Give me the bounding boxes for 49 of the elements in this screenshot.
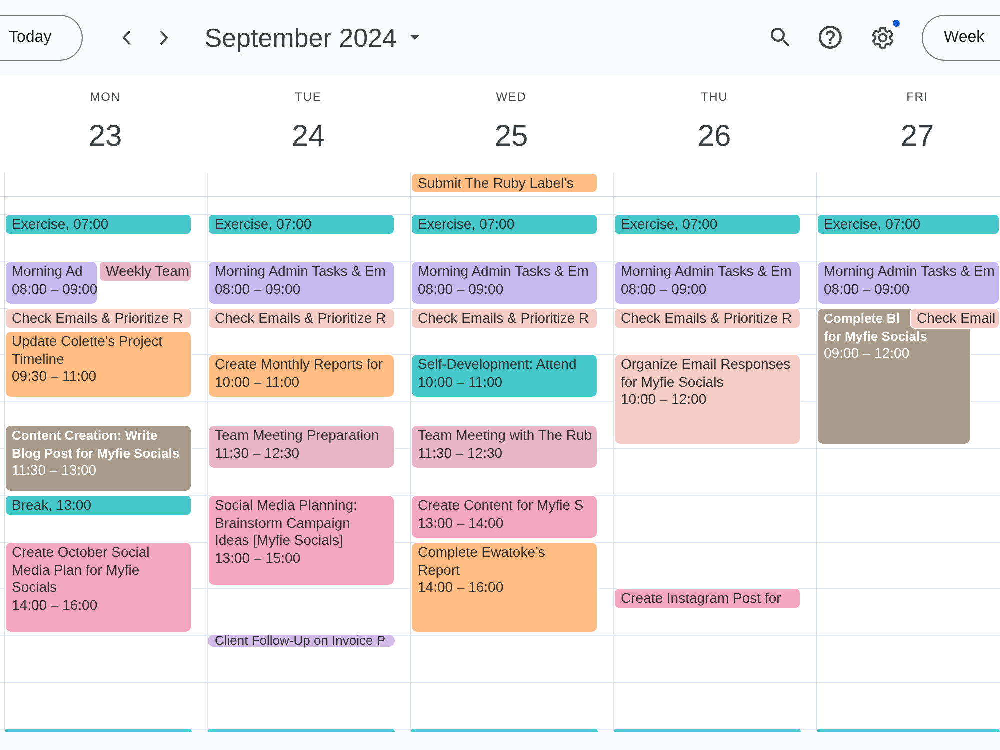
chevron-right-icon[interactable] bbox=[158, 30, 169, 46]
weekday-label: TUE bbox=[295, 90, 322, 104]
event-block[interactable]: Morning Admin Tasks & Em 08:00 – 09:00 bbox=[208, 261, 395, 305]
event-block[interactable]: Self-Development: Attend 10:00 – 11:00 bbox=[411, 354, 598, 398]
event-block[interactable]: Team Meeting with The Rub 11:30 – 12:30 bbox=[411, 425, 598, 469]
event-chip[interactable]: Create Instagram Post for bbox=[614, 588, 801, 609]
search-icon[interactable] bbox=[771, 28, 790, 47]
all-day-event[interactable]: Submit The Ruby Label’s bbox=[411, 173, 598, 193]
event-chip[interactable]: Check Email bbox=[910, 308, 1000, 329]
event-chip[interactable]: Check Emails & Prioritize R bbox=[411, 308, 598, 329]
event-chip[interactable]: Weekly Team bbox=[99, 261, 192, 282]
event-block[interactable]: Organize Email Responses for Myfie Socials 10:00 – 12:00 bbox=[614, 354, 801, 445]
event-block[interactable]: Morning Ad 08:00 – 09:00 bbox=[5, 261, 98, 305]
event-block[interactable]: Social Media Planning: Brainstorm Campaign Ideas [Myfie Socials] 13:00 – 15:00 bbox=[208, 495, 395, 586]
event-block[interactable]: Morning Admin Tasks & Em 08:00 – 09:00 bbox=[817, 261, 1000, 305]
event-block[interactable]: Morning Admin Tasks & Em 08:00 – 09:00 bbox=[411, 261, 598, 305]
date-number[interactable]: 27 bbox=[900, 120, 934, 154]
weekday-label: THU bbox=[700, 90, 728, 104]
event-chip[interactable]: Exercise, 07:00 bbox=[817, 214, 1000, 235]
event-block[interactable]: Complete Ewatoke’s Report 14:00 – 16:00 bbox=[411, 542, 598, 633]
week-view-button[interactable]: Week bbox=[922, 14, 1000, 60]
caret-down-icon bbox=[410, 35, 420, 40]
event-block[interactable]: Create Monthly Reports for 10:00 – 11:00 bbox=[208, 354, 395, 398]
event-chip[interactable]: Exercise, 07:00 bbox=[208, 214, 395, 235]
event-block[interactable]: Create Content for Myfie S 13:00 – 14:00 bbox=[411, 495, 598, 539]
settings-icon[interactable] bbox=[872, 26, 894, 48]
event-chip[interactable]: Break, 13:00 bbox=[5, 495, 192, 516]
event-chip[interactable]: Exercise, 07:00 bbox=[614, 214, 801, 235]
date-number[interactable]: 26 bbox=[698, 120, 732, 154]
event-chip[interactable]: Check Emails & Prioritize R bbox=[614, 308, 801, 329]
month-button[interactable]: September 2024 bbox=[204, 22, 420, 52]
event-chip[interactable]: Check Emails & Prioritize R bbox=[208, 308, 395, 329]
event-chip[interactable]: Client Follow-Up on Invoice P bbox=[208, 635, 395, 647]
event-chip[interactable]: Exercise, 07:00 bbox=[411, 214, 598, 235]
weekday-label: MON bbox=[90, 90, 121, 104]
date-number[interactable]: 24 bbox=[292, 120, 326, 154]
help-icon[interactable] bbox=[819, 26, 842, 49]
event-block[interactable]: Update Colette's Project Timeline 09:30 – 11:00 bbox=[5, 331, 192, 398]
event-chip[interactable]: Exercise, 07:00 bbox=[5, 214, 192, 235]
event-chip[interactable]: Check Emails & Prioritize R bbox=[5, 308, 192, 329]
weekday-label: FRI bbox=[906, 90, 928, 104]
date-number[interactable]: 25 bbox=[494, 120, 528, 154]
date-number[interactable]: 23 bbox=[88, 120, 122, 154]
weekday-label: WED bbox=[496, 90, 527, 104]
event-block[interactable]: Create October Social Media Plan for Myfie Socials 14:00 – 16:00 bbox=[5, 542, 192, 633]
today-button[interactable]: Today bbox=[0, 14, 83, 60]
event-block[interactable]: Team Meeting Preparation 11:30 – 12:30 bbox=[208, 425, 395, 469]
event-block[interactable]: Morning Admin Tasks & Em 08:00 – 09:00 bbox=[614, 261, 801, 305]
chevron-left-icon[interactable] bbox=[122, 30, 132, 46]
